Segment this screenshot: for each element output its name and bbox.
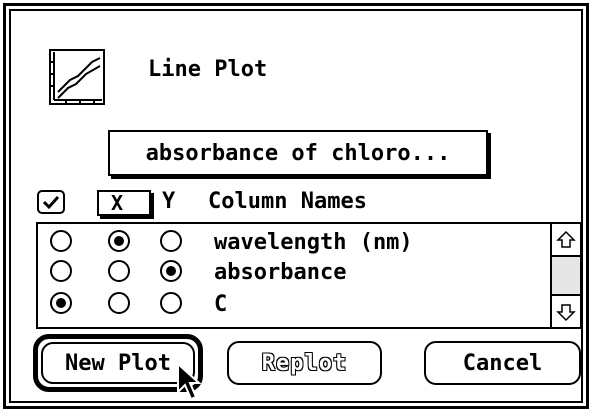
- y-radio[interactable]: [160, 292, 182, 314]
- scroll-up-arrow-icon[interactable]: [552, 224, 580, 255]
- column-names-header: Column Names: [208, 189, 367, 214]
- dialog-title: Line Plot: [148, 57, 268, 82]
- x-radio[interactable]: [108, 260, 130, 282]
- y-radio[interactable]: [160, 230, 182, 252]
- list-item: wavelength (nm): [38, 230, 548, 260]
- scroll-track[interactable]: [552, 255, 580, 296]
- y-column-header: Y: [162, 189, 176, 214]
- y-radio[interactable]: [160, 260, 182, 282]
- arrow-cursor-icon: [177, 362, 202, 401]
- column-name: absorbance: [214, 260, 347, 285]
- checkmark-icon: [42, 195, 60, 210]
- replot-button: Replot: [227, 341, 382, 385]
- include-radio[interactable]: [50, 292, 72, 314]
- dataset-popup-menu[interactable]: absorbance of chloro...: [108, 130, 488, 176]
- column-list: wavelength (nm) absorbance C: [36, 222, 582, 329]
- column-name: wavelength (nm): [214, 230, 413, 255]
- list-item: C: [38, 292, 548, 322]
- new-plot-button[interactable]: New Plot: [41, 342, 195, 384]
- scroll-down-arrow-icon[interactable]: [552, 296, 580, 327]
- include-radio[interactable]: [50, 230, 72, 252]
- column-name: C: [214, 292, 228, 317]
- x-radio[interactable]: [108, 230, 130, 252]
- list-item: absorbance: [38, 260, 548, 290]
- x-column-header[interactable]: X: [97, 190, 151, 216]
- x-radio[interactable]: [108, 292, 130, 314]
- include-radio[interactable]: [50, 260, 72, 282]
- list-scrollbar[interactable]: [550, 224, 580, 327]
- include-checkbox[interactable]: [37, 190, 65, 214]
- cancel-button[interactable]: Cancel: [424, 341, 581, 385]
- replot-label: Replot: [261, 350, 348, 376]
- line-plot-icon: [49, 49, 105, 105]
